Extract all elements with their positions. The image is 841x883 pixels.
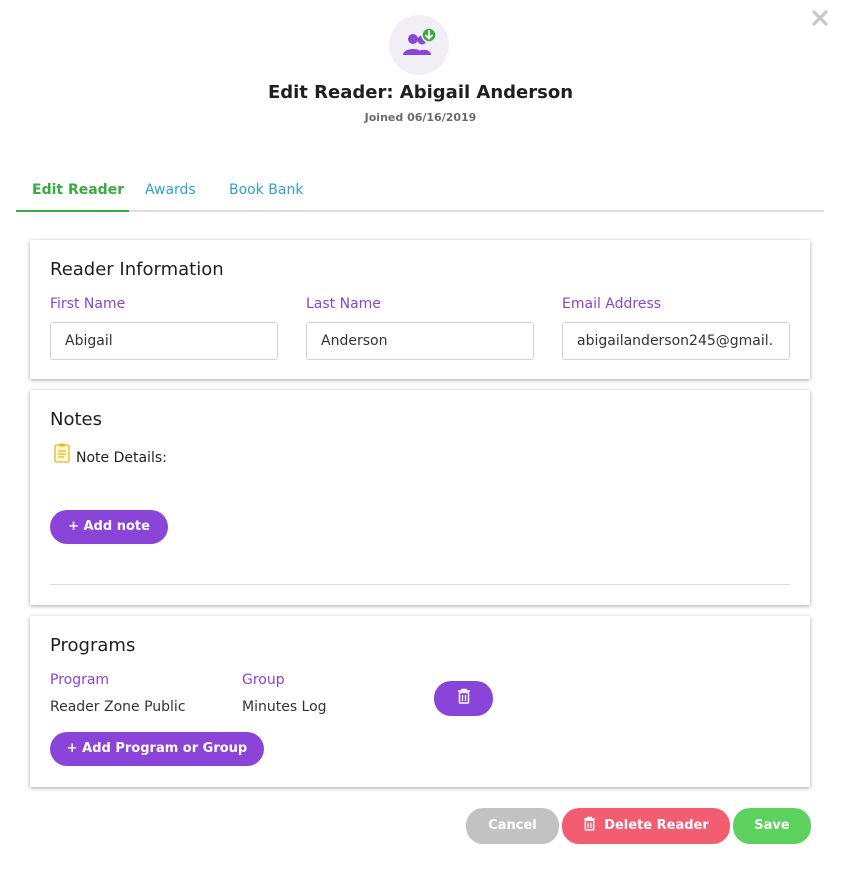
page-title: Edit Reader: Abigail Anderson bbox=[267, 82, 574, 103]
add-program-or-group-button[interactable]: + Add Program or Group bbox=[50, 732, 264, 766]
tab-edit-reader[interactable]: Edit Reader bbox=[32, 182, 124, 198]
close-icon bbox=[812, 10, 828, 26]
email-label: Email Address bbox=[562, 296, 662, 312]
programs-card: Programs Program Group Reader Zone Publi… bbox=[30, 616, 810, 787]
last-name-label: Last Name bbox=[306, 296, 381, 312]
cancel-button[interactable]: Cancel bbox=[466, 808, 559, 844]
delete-program-button[interactable] bbox=[434, 681, 493, 716]
close-button[interactable] bbox=[810, 8, 830, 28]
program-column-label: Program bbox=[50, 672, 110, 688]
clipboard-icon bbox=[54, 443, 70, 463]
program-value: Reader Zone Public bbox=[50, 699, 186, 715]
trash-icon bbox=[584, 816, 596, 831]
first-name-label: First Name bbox=[50, 296, 126, 312]
first-name-field[interactable]: Abigail bbox=[50, 322, 278, 360]
notes-divider bbox=[50, 584, 790, 585]
note-details-label: Note Details: bbox=[76, 450, 167, 466]
email-field[interactable]: abigailanderson245@gmail. bbox=[562, 322, 790, 360]
delete-reader-label: Delete Reader bbox=[604, 818, 709, 833]
delete-reader-button[interactable]: Delete Reader bbox=[562, 808, 730, 844]
tab-awards[interactable]: Awards bbox=[145, 182, 196, 198]
joined-date: Joined 06/16/2019 bbox=[364, 111, 477, 124]
add-note-button[interactable]: + Add note bbox=[50, 510, 168, 544]
last-name-field[interactable]: Anderson bbox=[306, 322, 534, 360]
users-icon bbox=[403, 27, 437, 55]
reader-information-card: Reader Information First Name Last Name … bbox=[30, 240, 810, 379]
notes-card: Notes Note Details: + Add note bbox=[30, 390, 810, 605]
reader-information-heading: Reader Information bbox=[50, 259, 224, 280]
tab-book-bank[interactable]: Book Bank bbox=[229, 182, 303, 198]
programs-heading: Programs bbox=[50, 635, 136, 656]
trash-icon bbox=[457, 688, 470, 704]
group-column-label: Group bbox=[242, 672, 285, 688]
active-tab-indicator bbox=[16, 210, 129, 212]
group-value: Minutes Log bbox=[242, 699, 327, 715]
reader-avatar bbox=[389, 15, 449, 75]
tab-bar: Edit Reader Awards Book Bank bbox=[16, 172, 824, 212]
save-button[interactable]: Save bbox=[733, 808, 811, 844]
notes-heading: Notes bbox=[50, 409, 102, 430]
